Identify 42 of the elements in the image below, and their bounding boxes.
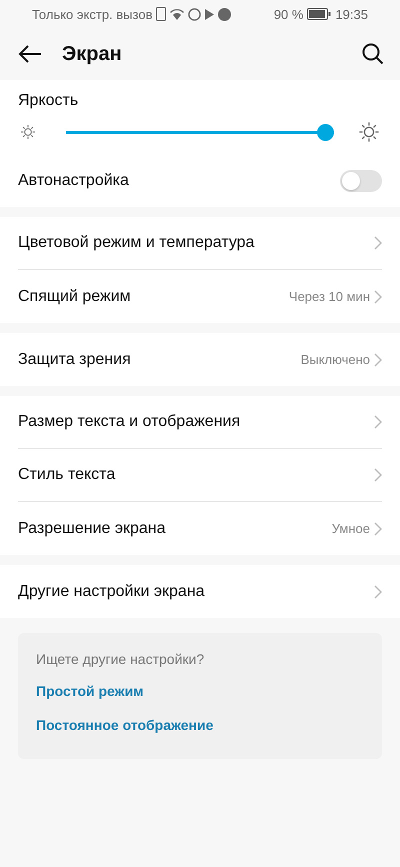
chevron-icon	[374, 522, 382, 536]
brightness-slider[interactable]	[66, 124, 334, 140]
setting-label: Другие настройки экрана	[18, 582, 206, 600]
page-title: Экран	[62, 42, 123, 66]
settings-row[interactable]: Размер текста и отображения	[18, 396, 382, 449]
brightness-label: Яркость	[17, 91, 80, 110]
chevron-icon	[374, 468, 382, 482]
setting-label: Защита зрения	[18, 350, 132, 368]
setting-label: Размер текста и отображения	[18, 413, 242, 431]
settings-row[interactable]: Разрешение экрана Умное	[18, 502, 382, 555]
battery-text: 90 %	[274, 6, 304, 22]
sun-large-icon	[358, 121, 380, 143]
toggle-switch[interactable]	[340, 170, 382, 192]
setting-label: Стиль текста	[18, 466, 116, 484]
chevron-icon	[374, 236, 382, 250]
chevron-icon	[374, 290, 382, 304]
suggestion-title: Ищете другие настройки?	[36, 651, 206, 667]
settings-row[interactable]: Спящий режим Через 10 мин	[18, 270, 382, 323]
slider-thumb[interactable]	[317, 124, 334, 140]
battery-icon	[307, 8, 332, 20]
setting-label: Цветовой режим и температура	[18, 234, 256, 252]
back-arrow-icon[interactable]	[18, 44, 42, 64]
sun-small-icon	[20, 124, 36, 140]
search-icon[interactable]	[362, 43, 384, 65]
carrier-text: Только экстр. вызов	[32, 6, 152, 22]
setting-value: Через 10 мин	[288, 289, 370, 304]
wifi-icon	[170, 8, 184, 20]
suggestion-link[interactable]: Простой режим	[36, 683, 364, 699]
setting-label: Автонастройка	[18, 172, 130, 190]
settings-row[interactable]: Стиль текста	[18, 449, 382, 502]
suggestion-link[interactable]: Постоянное отображение	[36, 717, 364, 733]
setting-label: Спящий режим	[18, 288, 132, 306]
settings-row[interactable]: Цветовой режим и температура	[18, 217, 382, 270]
setting-value: Умное	[332, 521, 370, 536]
chevron-icon	[374, 584, 382, 598]
chevron-icon	[374, 415, 382, 429]
play-icon	[205, 8, 214, 20]
sim-icon	[156, 7, 166, 21]
setting-value: Выключено	[300, 352, 370, 367]
setting-label: Разрешение экрана	[18, 520, 167, 538]
chevron-icon	[374, 352, 382, 366]
clock-text: 19:35	[335, 6, 368, 22]
